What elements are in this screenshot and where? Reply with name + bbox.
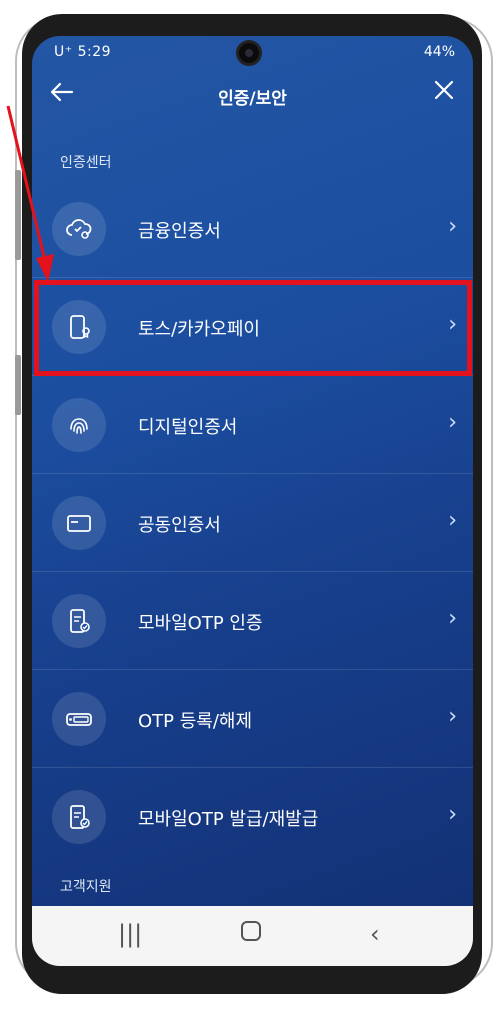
red-annotation-arrow [6,105,54,282]
